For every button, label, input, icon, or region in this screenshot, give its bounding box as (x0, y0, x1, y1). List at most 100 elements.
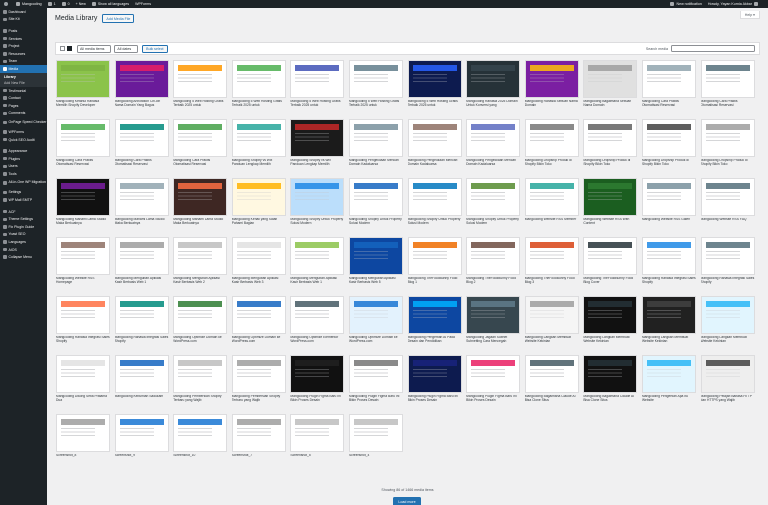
add-media-file-button[interactable]: Add Media File (102, 14, 135, 23)
media-item[interactable]: Mangcoding Pengelolaan Mencari Domain Ka… (466, 119, 521, 175)
media-thumbnail[interactable] (641, 178, 696, 216)
media-thumbnail[interactable] (524, 355, 579, 393)
wpforms-menu[interactable]: WPForms (135, 2, 151, 6)
media-item[interactable]: Mangcoding Pembersian Shopify Terbaru ya… (173, 355, 228, 411)
sidebar-item-team[interactable]: Team (0, 58, 47, 66)
media-item[interactable]: Mangcoding Shopify Untuk Property Solusi… (290, 178, 345, 234)
media-item[interactable]: Mangcoding Bagaimana Claude AI Bisa Clon… (583, 355, 638, 411)
my-account-menu[interactable]: Howdy, Yayan Kurnia Akbar (708, 2, 758, 6)
media-thumbnail[interactable] (583, 60, 638, 98)
media-thumbnail[interactable] (700, 296, 755, 334)
media-thumbnail[interactable] (290, 119, 345, 157)
media-thumbnail[interactable] (290, 414, 345, 452)
updates-menu[interactable]: 1 (47, 2, 56, 6)
media-item[interactable]: Mangcoding Langkah Membuat Website Kekin… (641, 296, 696, 352)
media-thumbnail[interactable] (231, 355, 286, 393)
media-item[interactable]: Screenshot_7 (231, 414, 286, 470)
media-item[interactable]: Screenshot_5 (290, 414, 345, 470)
sidebar-item-users[interactable]: Users (0, 163, 47, 171)
new-content-menu[interactable]: + New (76, 2, 86, 6)
media-thumbnail[interactable] (114, 296, 169, 334)
media-thumbnail[interactable] (348, 414, 403, 452)
sidebar-item-site-kit[interactable]: Site Kit (0, 16, 47, 24)
wp-logo-menu[interactable] (4, 2, 10, 6)
media-thumbnail[interactable] (466, 355, 521, 393)
media-item[interactable]: Mangcoding Website RSS Galeri (641, 178, 696, 234)
media-thumbnail[interactable] (348, 296, 403, 334)
media-thumbnail[interactable] (114, 414, 169, 452)
media-item[interactable]: Mangcoding Shopify Untuk Property Solusi… (407, 178, 462, 234)
media-thumbnail[interactable] (114, 119, 169, 157)
media-thumbnail[interactable] (114, 237, 169, 275)
media-thumbnail[interactable] (524, 296, 579, 334)
media-item[interactable]: Mangcoding TheFoodBunny Food Blog Cover (583, 237, 638, 293)
media-thumbnail[interactable] (583, 119, 638, 157)
sidebar-item-quick-seo-audit[interactable]: Quick SEO Audit (0, 136, 47, 144)
media-item[interactable]: Mangcoding Mengubah Aplikasi Kasir Berba… (231, 237, 286, 293)
media-item[interactable]: Mangcoding Langkah Membuat Website Kekin… (700, 296, 755, 352)
media-item[interactable]: Mangcoding Shopify Untuk Property Solusi… (466, 178, 521, 234)
media-item[interactable]: Mangcoding TheFoodBunny Food Blog 1 (407, 237, 462, 293)
sidebar-item-resources[interactable]: Resources (0, 50, 47, 58)
media-thumbnail[interactable] (524, 237, 579, 275)
media-item[interactable]: Mangcoding Rahasia Integrasi Sales Shopi… (641, 237, 696, 293)
comments-menu[interactable]: 0 (61, 2, 70, 6)
media-item[interactable]: Screenshot_10 (173, 414, 228, 470)
media-thumbnail[interactable] (700, 119, 755, 157)
media-item[interactable]: Mangcoding Dikong Setia Pratama Dua (56, 355, 110, 411)
media-thumbnail[interactable] (173, 178, 228, 216)
media-thumbnail[interactable] (114, 60, 169, 98)
media-item[interactable]: Mangcoding Plugin Figma Baru Ini Bikin P… (407, 355, 462, 411)
media-thumbnail[interactable] (56, 237, 110, 275)
media-item[interactable]: Mangcoding Rahasia 2025 Domain Untuk Kon… (466, 60, 521, 116)
media-thumbnail[interactable] (56, 60, 110, 98)
media-item[interactable]: Mangcoding 5 Web Hosting Gratis Terbaik … (348, 60, 403, 116)
notification-menu[interactable]: New notification (670, 2, 702, 6)
media-item[interactable]: Mangcoding Shopify Untuk Property Solusi… (348, 178, 403, 234)
media-thumbnail[interactable] (348, 237, 403, 275)
media-item[interactable]: Mangcoding Kebumian Sadukam (114, 355, 169, 411)
sidebar-item-wp-mail-smtp[interactable]: WP Mail SMTP (0, 196, 47, 204)
media-thumbnail[interactable] (641, 237, 696, 275)
media-thumbnail[interactable] (290, 178, 345, 216)
media-item[interactable]: Mangcoding Shopify vs Wix Panduan Lengka… (290, 119, 345, 175)
media-type-filter[interactable]: All media items (77, 44, 112, 53)
media-thumbnail[interactable] (583, 178, 638, 216)
media-thumbnail[interactable] (407, 60, 462, 98)
media-item[interactable]: Mangcoding Dropship Produk di Shopify Bi… (583, 119, 638, 175)
media-thumbnail[interactable] (466, 237, 521, 275)
media-thumbnail[interactable] (173, 60, 228, 98)
languages-menu[interactable]: Show all languages (91, 2, 129, 6)
media-thumbnail[interactable] (407, 119, 462, 157)
media-item[interactable]: Mangcoding Pengertian Apa Itu Website (641, 355, 696, 411)
search-input[interactable] (671, 45, 755, 52)
media-thumbnail[interactable] (348, 178, 403, 216)
media-item[interactable]: Mangcoding Pelajari Bahasa HTTP dan HTTP… (700, 355, 755, 411)
sidebar-item-fix-plugin-guide[interactable]: Fix Plugin Guide (0, 223, 47, 231)
media-item[interactable]: Mangcoding Shopify vs Wix Panduan Lengka… (231, 119, 286, 175)
bulk-select-button[interactable]: Bulk select (142, 44, 168, 53)
media-thumbnail[interactable] (56, 178, 110, 216)
sidebar-item-acf[interactable]: ACF (0, 208, 47, 216)
media-thumbnail[interactable] (290, 237, 345, 275)
media-thumbnail[interactable] (56, 414, 110, 452)
media-thumbnail[interactable] (231, 296, 286, 334)
media-item[interactable]: Mangcoding Rahasia Sebuah Nama Domain (524, 60, 579, 116)
media-item[interactable]: Mangcoding Rahasia Integrasi Sales Shopi… (700, 237, 755, 293)
media-thumbnail[interactable] (641, 355, 696, 393)
sidebar-item-onpage-speed-checker[interactable]: OnPage Speed Checker (0, 117, 47, 128)
media-item[interactable]: Mangcoding Pembersian Shopify Terbaru ya… (231, 355, 286, 411)
media-item[interactable]: Mangcoding Mahami Lama Studio Maka Berku… (173, 178, 228, 234)
media-item[interactable]: Screenshot_8 (56, 414, 110, 470)
media-item[interactable]: Mangcoding Optimize Domain ke WordPress.… (173, 296, 228, 352)
sidebar-item-plugins[interactable]: Plugins (0, 155, 47, 163)
media-item[interactable]: Mangcoding Website RSS Member (524, 178, 579, 234)
help-tab-button[interactable]: Help ▾ (739, 11, 760, 19)
media-thumbnail[interactable] (583, 355, 638, 393)
media-item[interactable]: Screenshot_4 (348, 414, 403, 470)
media-item[interactable]: Mangcoding Rahasia Integrasi Sales Shopi… (56, 296, 110, 352)
media-thumbnail[interactable] (290, 60, 345, 98)
media-thumbnail[interactable] (407, 296, 462, 334)
media-item[interactable]: Mangcoding Mahami Lama Studio Maka Berku… (56, 178, 110, 234)
media-thumbnail[interactable] (407, 178, 462, 216)
